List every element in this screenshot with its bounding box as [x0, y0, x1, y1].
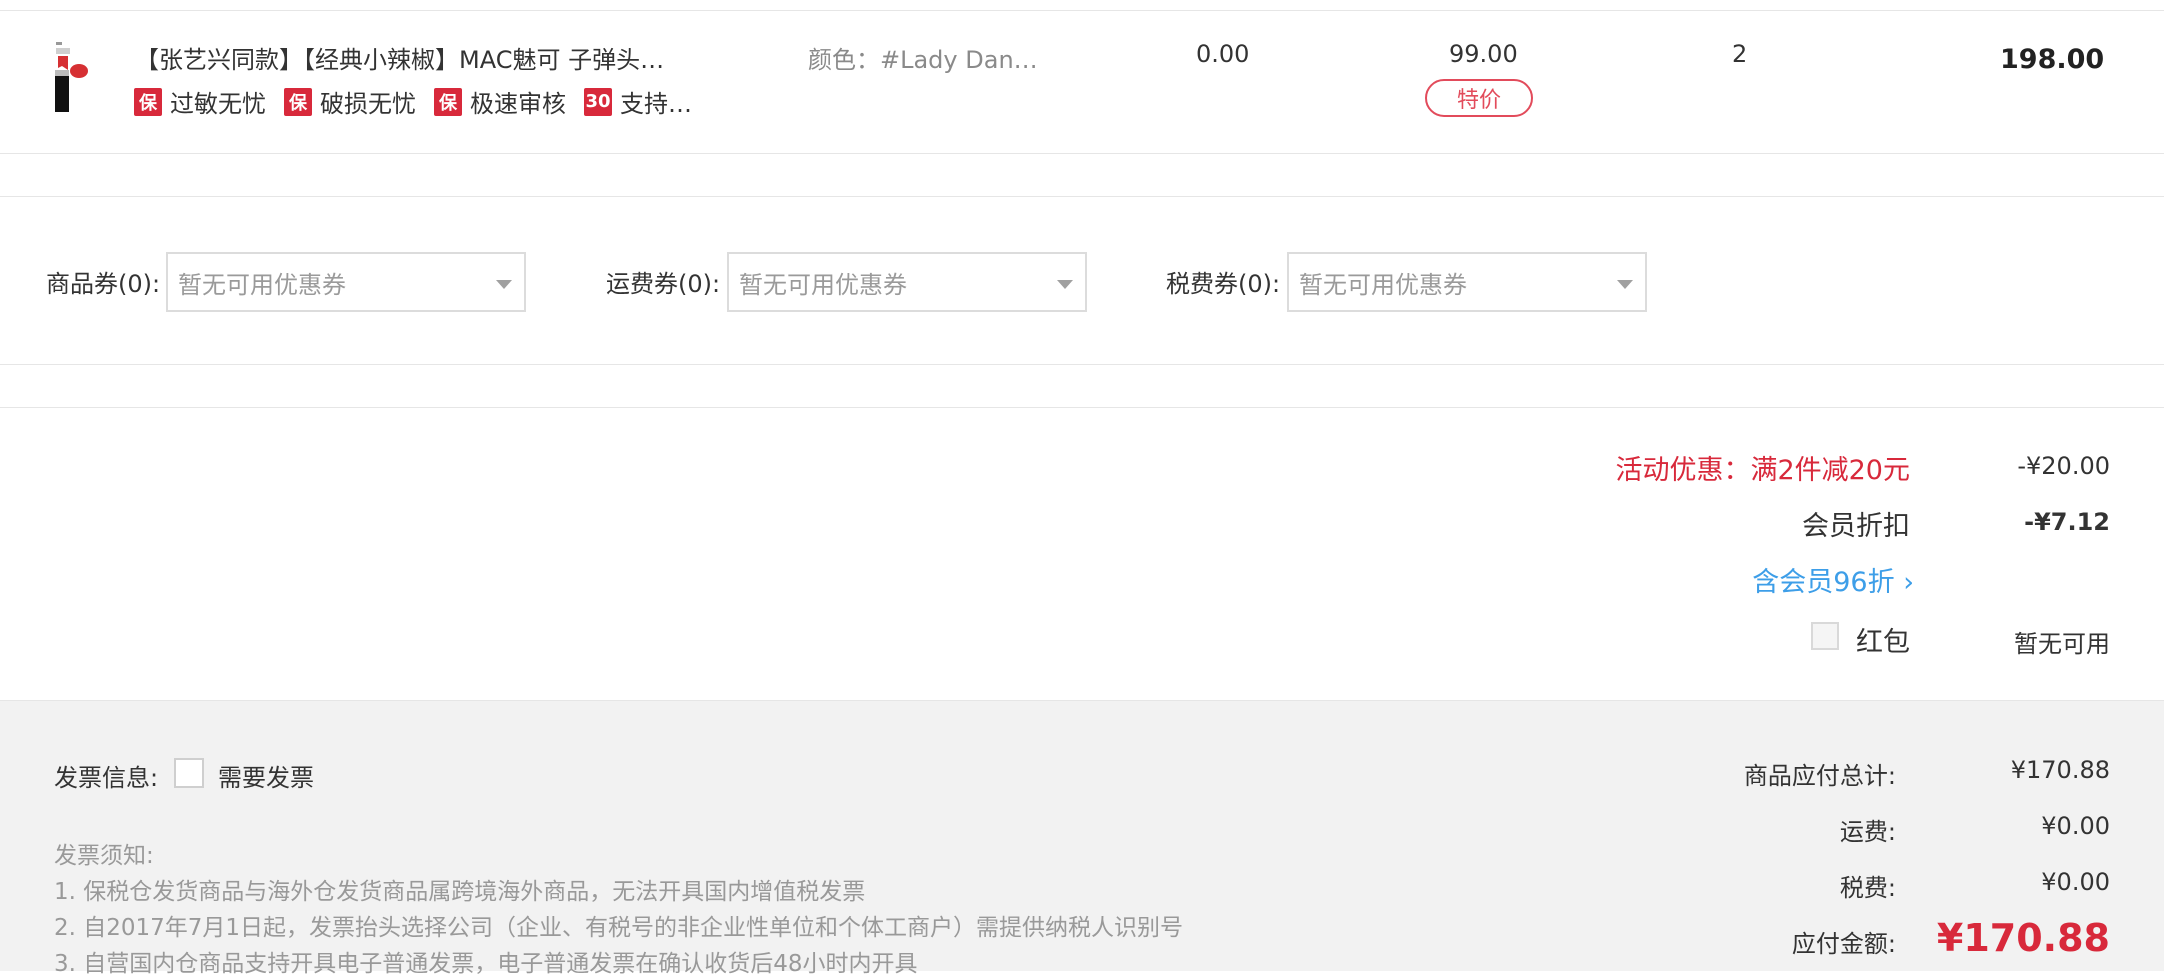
tax-coupon-select[interactable]: 暂无可用优惠券 [1287, 252, 1647, 312]
goods-total-value: ¥170.88 [2010, 756, 2110, 784]
product-subtotal: 198.00 [2000, 44, 2105, 75]
need-invoice-checkbox[interactable] [174, 758, 204, 788]
service-tag: 保 过敏无忧 [134, 84, 266, 119]
tax-coupon-value: 暂无可用优惠券 [1299, 270, 1467, 299]
lipstick-image [55, 42, 88, 112]
invoice-notice-item: 3. 自营国内仓商品支持开具电子普通发票，电子普通发票在确认收货后48小时内开具 [54, 951, 918, 977]
goods-total-label: 商品应付总计: [1743, 762, 1896, 790]
invoice-label: 发票信息: [54, 764, 159, 792]
product-price: 99.00 [1449, 40, 1518, 68]
guarantee-icon: 保 [434, 87, 462, 116]
chevron-down-icon [496, 280, 512, 289]
guarantee-icon: 保 [284, 87, 312, 116]
product-tax: 0.00 [1196, 40, 1250, 68]
shipping-coupon-select[interactable]: 暂无可用优惠券 [727, 252, 1087, 312]
redpacket-label: 红包 [1856, 627, 1910, 658]
service-tag: 保 破损无忧 [284, 84, 416, 119]
need-invoice-label[interactable]: 需要发票 [218, 758, 314, 793]
invoice-notice-item: 1. 保税仓发货商品与海外仓发货商品属跨境海外商品，无法开具国内增值税发票 [54, 879, 866, 905]
activity-discount-label: 活动优惠：满2件减20元 [1615, 455, 1910, 486]
service-tag: 保 极速审核 [434, 84, 566, 119]
service-tag-label: 过敏无忧 [170, 90, 266, 118]
payable-amount-value: ¥170.88 [1936, 916, 2110, 960]
service-tag: 30 支持… [584, 84, 692, 119]
invoice-notice-title: 发票须知: [54, 843, 154, 869]
product-quantity: 2 [1732, 40, 1748, 68]
tax-fee-label: 税费: [1839, 874, 1896, 902]
tax-coupon-label: 税费券(0): [1166, 270, 1281, 298]
divider [0, 153, 2164, 154]
product-title[interactable]: 【张艺兴同款】【经典小辣椒】MAC魅可 子弹头… [135, 40, 664, 75]
30-day-return-icon: 30 [584, 87, 612, 116]
tax-fee-value: ¥0.00 [2041, 868, 2110, 896]
service-tag-label: 破损无忧 [320, 90, 416, 118]
shipping-coupon-label: 运费券(0): [606, 270, 721, 298]
activity-discount-value: -¥20.00 [2017, 452, 2110, 480]
chevron-down-icon [1057, 280, 1073, 289]
shipping-fee-label: 运费: [1839, 818, 1896, 846]
shipping-fee-value: ¥0.00 [2041, 812, 2110, 840]
divider [0, 10, 2164, 11]
service-tags: 保 过敏无忧 保 破损无忧 保 极速审核 30 支持… [134, 84, 692, 119]
product-attribute: 颜色：#Lady Dan… [808, 46, 1038, 74]
shipping-coupon-value: 暂无可用优惠券 [739, 270, 907, 299]
divider [0, 196, 2164, 197]
member-discount-link[interactable]: 含会员96折 › [1752, 560, 1914, 599]
special-price-badge: 特价 [1425, 79, 1533, 117]
service-tag-label: 支持… [620, 90, 692, 118]
member-discount-value: -¥7.12 [2024, 508, 2110, 536]
divider [0, 364, 2164, 365]
divider [0, 407, 2164, 408]
product-thumbnail[interactable] [40, 38, 88, 118]
goods-coupon-select[interactable]: 暂无可用优惠券 [166, 252, 526, 312]
goods-coupon-value: 暂无可用优惠券 [178, 270, 346, 299]
goods-coupon-label: 商品券(0): [46, 270, 161, 298]
invoice-notice-item: 2. 自2017年7月1日起，发票抬头选择公司（企业、有税号的非企业性单位和个体… [54, 915, 1184, 941]
redpacket-checkbox[interactable] [1811, 622, 1839, 650]
service-tag-label: 极速审核 [470, 90, 566, 118]
redpacket-value: 暂无可用 [2014, 630, 2110, 658]
chevron-down-icon [1617, 280, 1633, 289]
member-discount-label: 会员折扣 [1802, 511, 1910, 542]
guarantee-icon: 保 [134, 87, 162, 116]
payable-amount-label: 应付金额: [1791, 930, 1896, 958]
